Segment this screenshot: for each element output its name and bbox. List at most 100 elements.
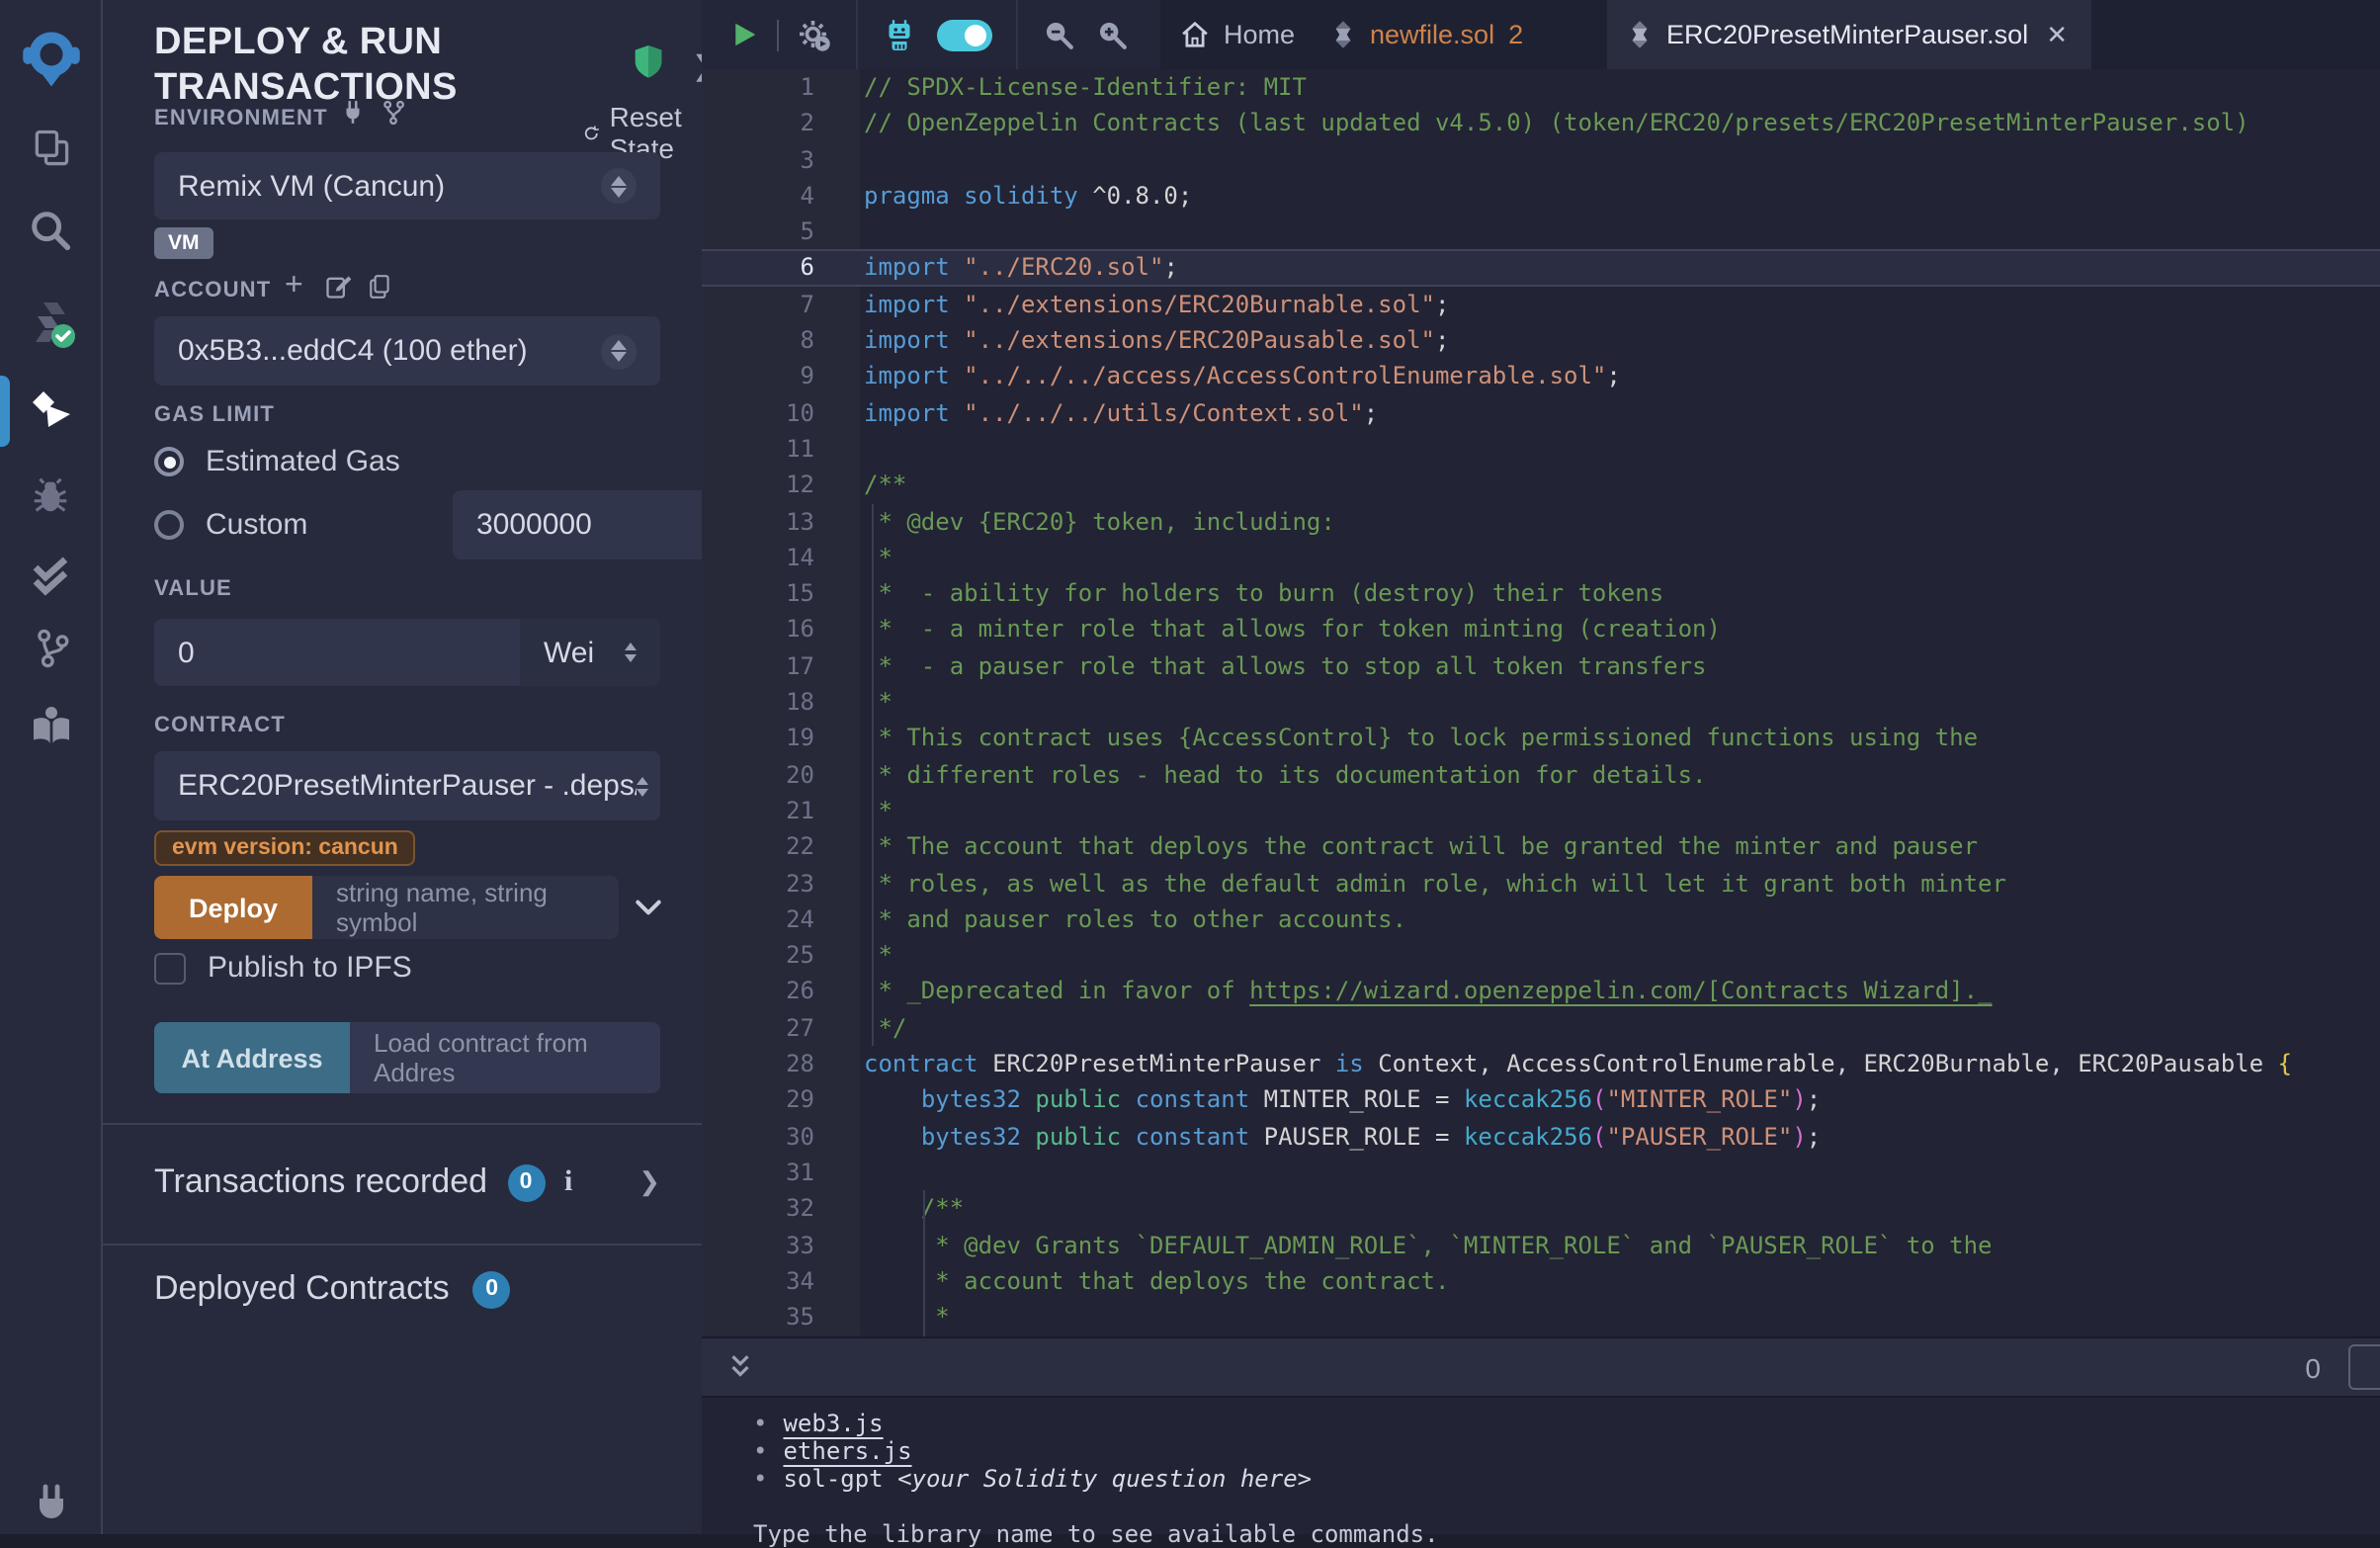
ai-copilot-toggle[interactable]: [937, 19, 992, 50]
ipfs-checkbox[interactable]: [154, 952, 186, 984]
code-line-13[interactable]: 13 * @dev {ERC20} token, including:: [702, 503, 2380, 540]
unit-testing-icon: [27, 552, 74, 599]
editor-toolbar: Home newfile.sol 2: [702, 0, 2380, 69]
code-editor[interactable]: 1// SPDX-License-Identifier: MIT2// Open…: [702, 69, 2380, 1336]
terminal-search-box[interactable]: [2348, 1344, 2380, 1390]
code-line-28[interactable]: 28contract ERC20PresetMinterPauser is Co…: [702, 1046, 2380, 1082]
code-line-10[interactable]: 10import "../../../utils/Context.sol";: [702, 394, 2380, 431]
expand-transactions-icon[interactable]: ❯: [638, 1166, 660, 1198]
code-line-19[interactable]: 19 * This contract uses {AccessControl} …: [702, 721, 2380, 757]
tab-newfile[interactable]: newfile.sol 2: [1311, 0, 1543, 69]
sidebar-item-debugger[interactable]: [0, 455, 101, 534]
tab-newfile-label: newfile.sol: [1370, 20, 1494, 49]
bullet-icon: •: [753, 1465, 767, 1493]
code-line-7[interactable]: 7import "../extensions/ERC20Burnable.sol…: [702, 287, 2380, 323]
environment-select[interactable]: Remix VM (Cancun): [154, 152, 660, 219]
code-line-22[interactable]: 22 * The account that deploys the contra…: [702, 828, 2380, 865]
code-line-2[interactable]: 2// OpenZeppelin Contracts (last updated…: [702, 106, 2380, 142]
ai-copilot-icon[interactable]: [882, 17, 917, 52]
code-line-17[interactable]: 17 * - a pauser role that allows to stop…: [702, 648, 2380, 685]
info-icon[interactable]: i: [564, 1165, 572, 1199]
at-address-input[interactable]: Load contract from Addres: [350, 1022, 660, 1093]
deploy-button[interactable]: Deploy: [154, 876, 312, 939]
script-config-icon[interactable]: [797, 17, 832, 52]
remix-logo[interactable]: [0, 16, 101, 103]
code-line-35[interactable]: 35 *: [702, 1299, 2380, 1335]
code-line-4[interactable]: 4pragma solidity ^0.8.0;: [702, 178, 2380, 215]
code-line-31[interactable]: 31: [702, 1155, 2380, 1191]
code-line-12[interactable]: 12/**: [702, 468, 2380, 504]
code-line-33[interactable]: 33 * @dev Grants `DEFAULT_ADMIN_ROLE`, `…: [702, 1227, 2380, 1263]
sidebar-item-file-explorer[interactable]: [0, 109, 101, 188]
terminal-item-ethers[interactable]: •ethers.js: [753, 1437, 912, 1465]
line-number: 12: [702, 468, 814, 504]
line-number: 32: [702, 1190, 814, 1227]
account-select[interactable]: 0x5B3...eddC4 (100 ether): [154, 316, 660, 386]
code-line-29[interactable]: 29 bytes32 public constant MINTER_ROLE =…: [702, 1082, 2380, 1119]
sidebar-item-deploy-run[interactable]: [0, 372, 101, 451]
code-line-1[interactable]: 1// SPDX-License-Identifier: MIT: [702, 69, 2380, 106]
contract-select[interactable]: ERC20PresetMinterPauser - .deps/: [154, 751, 660, 820]
code-line-3[interactable]: 3: [702, 141, 2380, 178]
expand-terminal-icon[interactable]: [727, 1352, 753, 1382]
code-line-23[interactable]: 23 * roles, as well as the default admin…: [702, 865, 2380, 902]
code-line-25[interactable]: 25 *: [702, 937, 2380, 974]
zoom-in-icon[interactable]: [1095, 18, 1129, 51]
account-selected-value: 0x5B3...eddC4 (100 ether): [178, 334, 528, 368]
edit-account-icon[interactable]: [324, 273, 352, 301]
code-line-24[interactable]: 24 * and pauser roles to other accounts.: [702, 902, 2380, 938]
sidebar-item-unit-testing[interactable]: [0, 536, 101, 615]
code-line-6[interactable]: 6import "../ERC20.sol";: [702, 250, 2380, 287]
plug-environment-icon[interactable]: [340, 99, 366, 127]
tab-erc20presetminterpauser[interactable]: ERC20PresetMinterPauser.sol ✕: [1607, 0, 2091, 69]
sidebar-item-learneth[interactable]: [0, 686, 101, 765]
publish-ipfs-row[interactable]: Publish to IPFS: [154, 951, 412, 985]
radio-unselected-icon: [154, 510, 184, 540]
code-line-20[interactable]: 20 * different roles - head to its docum…: [702, 756, 2380, 793]
code-line-9[interactable]: 9import "../../../access/AccessControlEn…: [702, 359, 2380, 395]
close-tab-icon[interactable]: ✕: [2046, 19, 2068, 50]
vm-badge: VM: [154, 227, 213, 259]
code-line-14[interactable]: 14 *: [702, 540, 2380, 576]
environment-selected-value: Remix VM (Cancun): [178, 169, 445, 203]
code-line-32[interactable]: 32 /**: [702, 1190, 2380, 1227]
code-line-18[interactable]: 18 *: [702, 684, 2380, 721]
code-line-15[interactable]: 15 * - ability for holders to burn (dest…: [702, 575, 2380, 612]
deploy-args-input[interactable]: string name, string symbol: [312, 876, 619, 939]
estimated-gas-radio[interactable]: Estimated Gas: [154, 445, 400, 478]
line-number: 23: [702, 865, 814, 902]
shield-icon[interactable]: [633, 43, 664, 79]
code-line-21[interactable]: 21 *: [702, 793, 2380, 829]
code-line-8[interactable]: 8import "../extensions/ERC20Pausable.sol…: [702, 322, 2380, 359]
code-line-30[interactable]: 30 bytes32 public constant PAUSER_ROLE =…: [702, 1118, 2380, 1155]
tab-home[interactable]: Home: [1160, 0, 1315, 69]
fork-environment-icon[interactable]: [380, 99, 407, 127]
value-unit-select[interactable]: Wei: [520, 619, 660, 686]
custom-gas-radio[interactable]: Custom: [154, 508, 307, 542]
terminal-output[interactable]: •web3.js •ethers.js •sol-gpt <your Solid…: [702, 1398, 2380, 1534]
code-line-11[interactable]: 11: [702, 431, 2380, 468]
add-account-icon[interactable]: +: [285, 269, 303, 304]
code-line-26[interactable]: 26 * _Deprecated in favor of https://wiz…: [702, 974, 2380, 1010]
sidebar-item-search[interactable]: [0, 190, 101, 269]
account-label: ACCOUNT: [154, 279, 271, 302]
run-script-button[interactable]: [729, 20, 759, 49]
solidity-compiler-icon: [25, 299, 76, 350]
code-line-16[interactable]: 16 * - a minter role that allows for tok…: [702, 612, 2380, 648]
code-line-27[interactable]: 27 */: [702, 1009, 2380, 1046]
sidebar-item-solidity-compiler[interactable]: [0, 285, 101, 364]
debugger-icon: [28, 472, 73, 517]
expand-deploy-icon[interactable]: [633, 892, 664, 923]
bullet-icon: •: [753, 1437, 767, 1465]
code-line-34[interactable]: 34 * account that deploys the contract.: [702, 1263, 2380, 1300]
copy-account-icon[interactable]: [368, 273, 393, 301]
sidebar-item-git[interactable]: [0, 609, 101, 688]
at-address-button[interactable]: At Address: [154, 1022, 350, 1093]
value-input[interactable]: 0: [154, 619, 520, 686]
terminal-item-web3[interactable]: •web3.js: [753, 1410, 884, 1437]
transactions-recorded-row[interactable]: Transactions recorded 0 i ❯: [154, 1162, 660, 1202]
sidebar-item-plugin[interactable]: [0, 1479, 101, 1534]
line-number: 18: [702, 684, 814, 721]
zoom-out-icon[interactable]: [1042, 18, 1075, 51]
code-line-5[interactable]: 5: [702, 214, 2380, 250]
